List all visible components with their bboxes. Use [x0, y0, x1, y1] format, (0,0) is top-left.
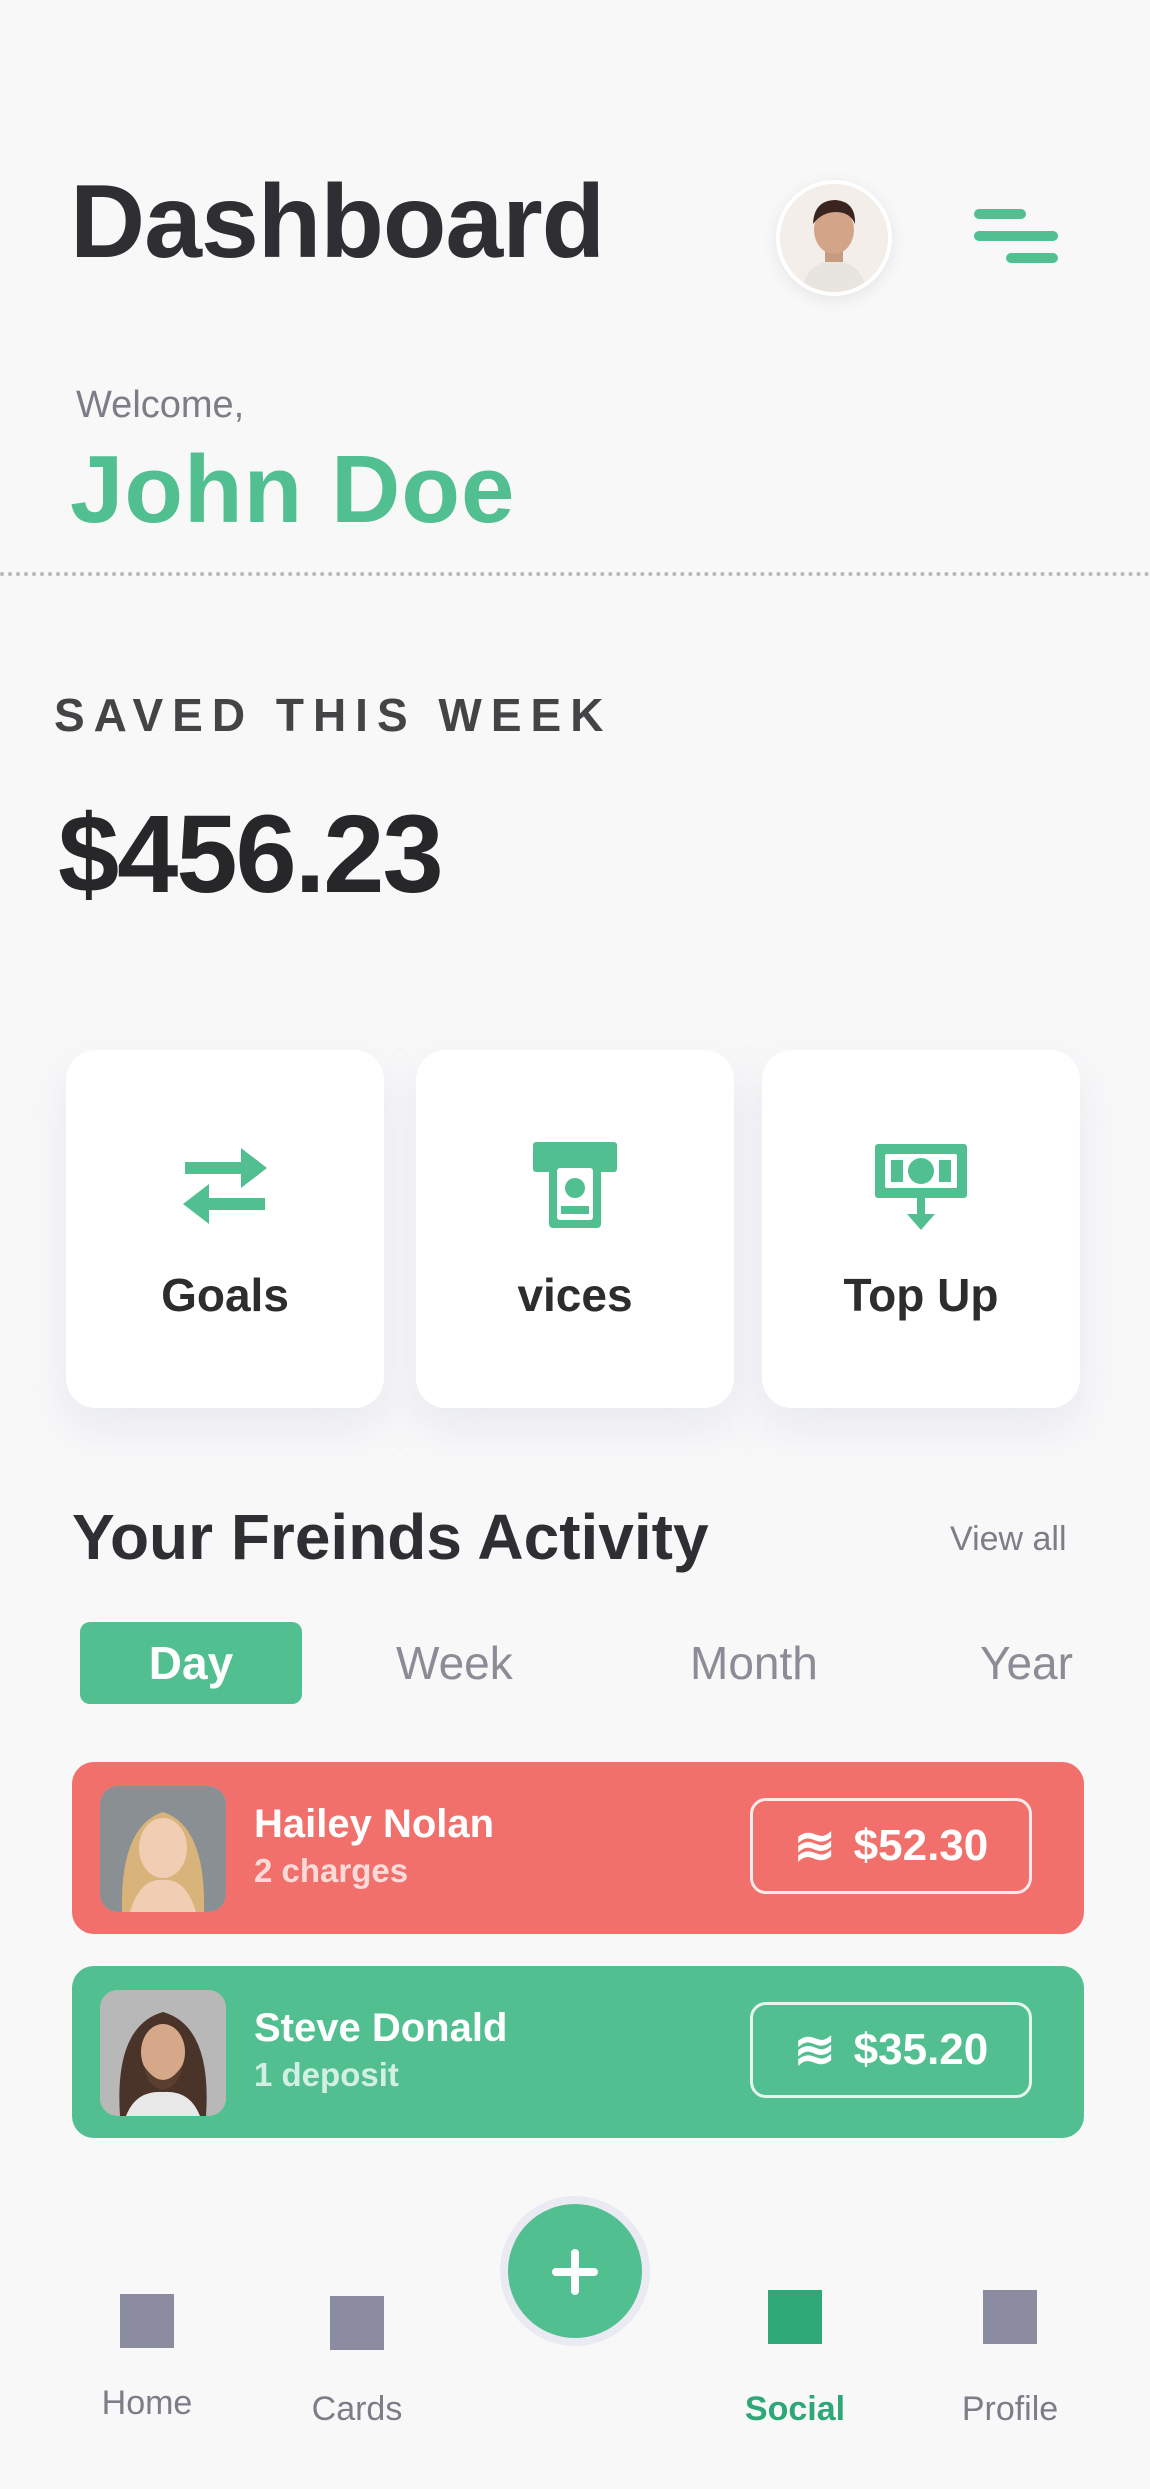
page-title: Dashboard [70, 164, 605, 280]
add-button[interactable] [500, 2196, 650, 2346]
menu-button[interactable] [970, 205, 1060, 271]
menu-bar-icon [974, 209, 1026, 219]
amount-button[interactable]: ≋ $52.30 [750, 1798, 1032, 1894]
nav-label: Home [101, 2384, 193, 2422]
wave-icon: ≋ [793, 1818, 836, 1874]
cards-icon [330, 2296, 384, 2350]
wave-icon: ≋ [793, 2022, 836, 2078]
user-avatar[interactable] [776, 180, 892, 296]
saved-label: SAVED THIS WEEK [54, 689, 613, 741]
home-icon [120, 2294, 174, 2348]
avatar-photo [780, 184, 888, 292]
goals-card[interactable]: Goals [66, 1050, 384, 1408]
swap-arrows-icon [183, 1148, 267, 1224]
services-card[interactable]: vices [416, 1050, 734, 1408]
nav-cards[interactable]: Cards [282, 2296, 432, 2429]
nav-profile[interactable]: Profile [935, 2290, 1085, 2429]
divider [0, 572, 1150, 576]
card-label: Goals [161, 1269, 289, 1321]
profile-icon [983, 2290, 1037, 2344]
nav-home[interactable]: Home [72, 2294, 222, 2423]
cash-deposit-icon [875, 1144, 967, 1230]
nav-label: Profile [961, 2390, 1059, 2428]
friend-avatar [100, 1786, 226, 1912]
activity-item[interactable]: Steve Donald 1 deposit ≋ $35.20 [72, 1966, 1084, 2138]
nav-label: Social [744, 2390, 846, 2428]
user-name: John Doe [70, 436, 516, 543]
nav-social[interactable]: Social [720, 2290, 870, 2429]
menu-bar-icon [1006, 253, 1058, 263]
friend-avatar [100, 1990, 226, 2116]
amount-value: $35.20 [853, 2025, 989, 2074]
menu-bar-icon [974, 231, 1058, 241]
tab-year[interactable]: Year [980, 1622, 1073, 1704]
amount-value: $52.30 [853, 1821, 989, 1870]
saved-amount: $456.23 [58, 793, 444, 916]
tab-day[interactable]: Day [80, 1622, 302, 1704]
friend-detail: 2 charges [254, 1852, 409, 1889]
cash-withdraw-icon [533, 1142, 617, 1228]
welcome-text: Welcome, [76, 384, 245, 426]
card-label: vices [517, 1269, 633, 1321]
top-up-card[interactable]: Top Up [762, 1050, 1080, 1408]
card-label: Top Up [843, 1269, 999, 1321]
nav-label: Cards [311, 2390, 403, 2428]
view-all-link[interactable]: View all [950, 1520, 1067, 1559]
friend-name: Hailey Nolan [254, 1802, 495, 1846]
friend-name: Steve Donald [254, 2006, 508, 2050]
tab-month[interactable]: Month [690, 1622, 818, 1704]
tab-week[interactable]: Week [396, 1622, 513, 1704]
activity-item[interactable]: Hailey Nolan 2 charges ≋ $52.30 [72, 1762, 1084, 1934]
plus-icon-stroke [571, 2249, 579, 2295]
add-button-circle [508, 2204, 642, 2338]
friend-detail: 1 deposit [254, 2056, 399, 2093]
social-icon [768, 2290, 822, 2344]
amount-button[interactable]: ≋ $35.20 [750, 2002, 1032, 2098]
section-title: Your Freinds Activity [72, 1501, 709, 1573]
